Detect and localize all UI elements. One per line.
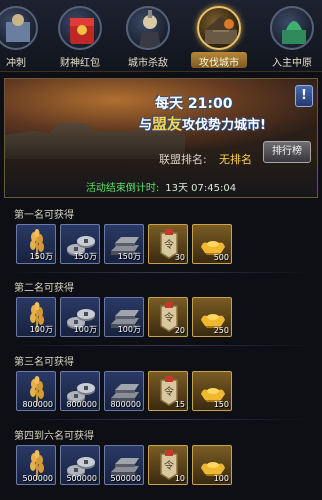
reward-item-slot[interactable]: 250 — [192, 297, 232, 337]
reward-quantity: 500000 — [22, 474, 53, 483]
reward-quantity: 150万 — [29, 252, 53, 261]
reward-quantity: 150 — [213, 400, 229, 409]
reward-item-slot[interactable]: 令 10 — [148, 445, 188, 485]
reward-quantity: 800000 — [22, 400, 53, 409]
reward-item-slot[interactable]: 100万 — [16, 297, 56, 337]
tab-red-envelope[interactable]: 财神红包 — [50, 4, 110, 69]
reward-quantity: 800000 — [110, 400, 141, 409]
svg-text:令: 令 — [164, 385, 174, 398]
reward-item-slot[interactable]: 100 — [192, 445, 232, 485]
tab-city-kill[interactable]: 城市杀敌 — [118, 4, 178, 69]
reward-quantity: 100 — [213, 474, 229, 483]
tab-attack-city[interactable]: 攻伐城市 — [189, 4, 249, 69]
horse-rider-icon — [0, 6, 38, 50]
reward-quantity: 15 — [174, 400, 185, 409]
ally-highlight: 盟友 — [152, 115, 183, 133]
reward-quantity: 500000 — [66, 474, 97, 483]
reward-item-slot[interactable]: 100万 — [60, 297, 100, 337]
tab-label: 冲刺 — [6, 58, 26, 69]
reward-quantity: 100万 — [73, 325, 97, 334]
jade-seal-icon — [270, 6, 314, 50]
reward-quantity: 800000 — [66, 400, 97, 409]
reward-item-slot[interactable]: 500000 — [16, 445, 56, 485]
event-tab-bar: ◀ 冲刺 财神红包 城市杀敌 攻伐城市 入主中原 — [0, 0, 322, 72]
event-description-title: 与盟友攻伐势力城市! — [139, 115, 266, 133]
alliance-rank-value: 无排名 — [219, 153, 252, 166]
reward-quantity: 100万 — [29, 325, 53, 334]
info-button[interactable]: ! — [295, 85, 313, 107]
reward-quantity: 100万 — [117, 325, 141, 334]
section-divider — [8, 419, 314, 420]
countdown-label: 活动结束倒计时: — [85, 183, 160, 194]
svg-text:令: 令 — [164, 238, 174, 251]
reward-section-title: 第二名可获得 — [14, 283, 74, 294]
reward-quantity: 500000 — [110, 474, 141, 483]
tab-label: 入主中原 — [272, 58, 312, 69]
section-divider — [8, 345, 314, 346]
reward-quantity: 500 — [213, 253, 229, 262]
reward-item-slot[interactable]: 800000 — [16, 371, 56, 411]
alliance-rank-label: 联盟排名: — [159, 153, 207, 166]
reward-quantity: 30 — [174, 253, 185, 262]
reward-quantity: 250 — [213, 326, 229, 335]
reward-item-slot[interactable]: 150 — [192, 371, 232, 411]
reward-item-slot[interactable]: 令 15 — [148, 371, 188, 411]
reward-item-slot[interactable]: 800000 — [60, 371, 100, 411]
reward-quantity: 150万 — [73, 252, 97, 261]
tab-label: 攻伐城市 — [199, 58, 239, 69]
tab-sprint[interactable]: 冲刺 — [0, 4, 46, 69]
reward-section-title: 第四到六名可获得 — [14, 431, 94, 442]
leaderboard-button[interactable]: 排行榜 — [263, 141, 311, 163]
reward-item-slot[interactable]: 令 20 — [148, 297, 188, 337]
tab-label: 城市杀敌 — [128, 58, 168, 69]
reward-item-slot[interactable]: 500 — [192, 224, 232, 264]
red-envelope-icon — [58, 6, 102, 50]
reward-quantity: 20 — [174, 326, 185, 335]
tab-label: 财神红包 — [60, 58, 100, 69]
reward-item-slot[interactable]: 800000 — [104, 371, 144, 411]
warrior-icon — [126, 6, 170, 50]
reward-item-slot[interactable]: 150万 — [104, 224, 144, 264]
reward-item-slot[interactable]: 500000 — [60, 445, 100, 485]
countdown-value: 13天 07:45:04 — [165, 183, 237, 194]
reward-section-title: 第一名可获得 — [14, 210, 74, 221]
reward-item-slot[interactable]: 150万 — [16, 224, 56, 264]
event-countdown: 活动结束倒计时: 13天 07:45:04 — [5, 179, 317, 194]
reward-item-slot[interactable]: 令 30 — [148, 224, 188, 264]
reward-quantity: 150万 — [117, 252, 141, 261]
reward-section-title: 第三名可获得 — [14, 357, 74, 368]
event-time-title: 每天 21:00 — [155, 96, 233, 112]
event-banner: 每天 21:00 与盟友攻伐势力城市! ! 联盟排名: 无排名 排行榜 活动结束… — [4, 78, 318, 198]
reward-quantity: 10 — [174, 474, 185, 483]
reward-item-slot[interactable]: 150万 — [60, 224, 100, 264]
reward-item-slot[interactable]: 100万 — [104, 297, 144, 337]
reward-item-slot[interactable]: 500000 — [104, 445, 144, 485]
svg-text:令: 令 — [164, 311, 174, 324]
svg-text:令: 令 — [164, 459, 174, 472]
section-divider — [8, 272, 314, 273]
tab-central-plains[interactable]: 入主中原 — [262, 4, 322, 69]
burning-city-icon — [197, 6, 241, 50]
